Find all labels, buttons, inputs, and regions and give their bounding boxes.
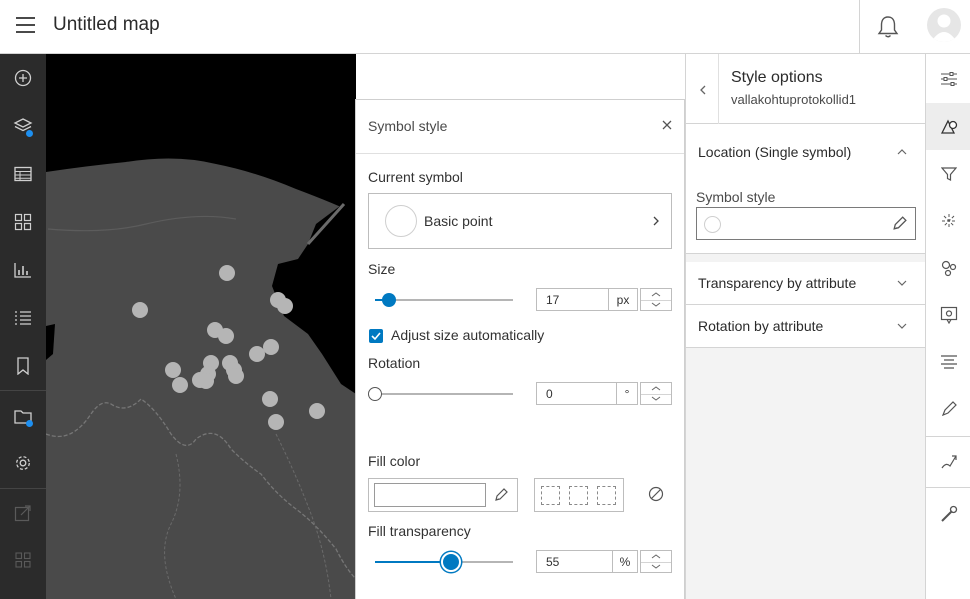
transparency-section-header[interactable]: Transparency by attribute xyxy=(698,275,856,291)
adjust-size-label[interactable]: Adjust size automatically xyxy=(391,327,544,343)
notification-bell-icon[interactable] xyxy=(876,14,900,40)
back-chevron-icon[interactable] xyxy=(698,83,708,97)
symbol-preview-icon xyxy=(385,205,417,237)
toolbar-separator xyxy=(926,487,970,488)
hamburger-menu-icon[interactable] xyxy=(16,17,35,33)
symbol-style-panel: Symbol style Current symbol Basic point … xyxy=(355,99,685,599)
layers-notification-dot xyxy=(26,130,33,137)
current-symbol-button[interactable]: Basic point xyxy=(368,193,672,249)
fill-transparency-unit: % xyxy=(612,550,638,573)
measurement-icon[interactable] xyxy=(926,490,970,537)
pencil-icon[interactable] xyxy=(891,215,908,232)
basemap-icon[interactable] xyxy=(0,393,46,439)
map-canvas[interactable] xyxy=(46,54,356,599)
toolbar-separator xyxy=(0,488,46,489)
rotation-stepper[interactable] xyxy=(640,382,672,405)
size-label: Size xyxy=(368,261,396,277)
location-section-header[interactable]: Location (Single symbol) xyxy=(698,144,851,160)
chevron-right-icon xyxy=(651,214,661,228)
toolbar-separator xyxy=(926,436,970,437)
layers-icon[interactable] xyxy=(0,103,46,149)
no-color-icon[interactable] xyxy=(648,486,664,502)
fill-transparency-input[interactable]: 55 xyxy=(536,550,613,573)
close-icon[interactable] xyxy=(660,118,674,132)
rotation-input[interactable]: 0 xyxy=(536,382,617,405)
pattern-swatch[interactable] xyxy=(541,486,560,505)
rotation-section[interactable]: Rotation by attribute xyxy=(686,305,926,348)
size-stepper[interactable] xyxy=(640,288,672,311)
fill-color-swatch[interactable] xyxy=(374,483,486,507)
charts-icon[interactable] xyxy=(0,247,46,293)
chevron-down-icon[interactable] xyxy=(896,279,908,287)
basemap-notification-dot xyxy=(26,420,33,427)
pattern-swatch[interactable] xyxy=(569,486,588,505)
size-input[interactable]: 17 xyxy=(536,288,609,311)
toolbar-separator xyxy=(0,390,46,391)
share-icon[interactable] xyxy=(0,490,46,536)
symbol-style-label: Symbol style xyxy=(696,189,776,205)
pencil-icon[interactable] xyxy=(493,487,509,503)
user-avatar-icon[interactable] xyxy=(927,8,961,42)
right-toolbar xyxy=(925,54,970,599)
symbol-style-field[interactable] xyxy=(696,207,916,240)
fill-transparency-slider-fill xyxy=(375,561,451,563)
style-options-title: Style options xyxy=(731,69,823,86)
header-divider xyxy=(859,0,860,54)
style-options-panel: Style options vallakohtuprotokollid1 Loc… xyxy=(685,54,926,599)
sketch-icon[interactable] xyxy=(926,439,970,486)
table-icon[interactable] xyxy=(0,151,46,197)
app-header: Untitled map xyxy=(0,0,970,54)
map-title[interactable]: Untitled map xyxy=(53,14,160,36)
fill-transparency-slider-handle[interactable] xyxy=(440,552,461,572)
rotation-slider-handle[interactable] xyxy=(368,387,382,401)
transparency-section[interactable]: Transparency by attribute xyxy=(686,262,926,305)
current-symbol-label: Current symbol xyxy=(368,169,463,185)
configure-fields-icon[interactable] xyxy=(926,385,970,432)
style-options-header: Style options vallakohtuprotokollid1 xyxy=(686,54,926,124)
current-symbol-name: Basic point xyxy=(424,213,493,229)
map-graphics xyxy=(46,54,356,599)
rotation-unit: ° xyxy=(616,382,638,405)
labels-icon[interactable] xyxy=(926,338,970,385)
left-toolbar xyxy=(0,54,46,599)
rotation-section-header[interactable]: Rotation by attribute xyxy=(698,318,823,334)
symbol-style-header: Symbol style xyxy=(356,100,684,154)
popups-icon[interactable] xyxy=(926,291,970,338)
bookmark-icon[interactable] xyxy=(0,343,46,389)
fill-transparency-stepper[interactable] xyxy=(640,550,672,573)
chevron-down-icon[interactable] xyxy=(896,322,908,330)
fill-color-picker[interactable] xyxy=(368,478,518,512)
size-unit: px xyxy=(608,288,638,311)
apps-icon[interactable] xyxy=(0,537,46,583)
fill-pattern-picker[interactable] xyxy=(534,478,624,512)
legend-icon[interactable] xyxy=(0,199,46,245)
effects-icon[interactable] xyxy=(926,197,970,244)
rotation-slider-track[interactable] xyxy=(375,393,513,395)
properties-icon[interactable] xyxy=(926,55,970,102)
pattern-swatch[interactable] xyxy=(597,486,616,505)
fill-color-label: Fill color xyxy=(368,453,421,469)
rotation-label: Rotation xyxy=(368,355,421,371)
symbol-preview-icon xyxy=(704,216,721,233)
settings-icon[interactable] xyxy=(0,440,46,486)
chevron-up-icon[interactable] xyxy=(896,148,908,156)
symbol-style-title: Symbol style xyxy=(368,118,448,134)
clustering-icon[interactable] xyxy=(926,244,970,291)
sketch-list-icon[interactable] xyxy=(0,295,46,341)
layer-name: vallakohtuprotokollid1 xyxy=(731,92,857,107)
size-slider-handle[interactable] xyxy=(381,293,396,307)
header-divider xyxy=(718,54,719,124)
adjust-size-checkbox[interactable] xyxy=(369,329,383,343)
filter-icon[interactable] xyxy=(926,150,970,197)
fill-transparency-label: Fill transparency xyxy=(368,523,471,539)
add-icon[interactable] xyxy=(0,55,46,101)
styles-icon[interactable] xyxy=(926,103,970,150)
